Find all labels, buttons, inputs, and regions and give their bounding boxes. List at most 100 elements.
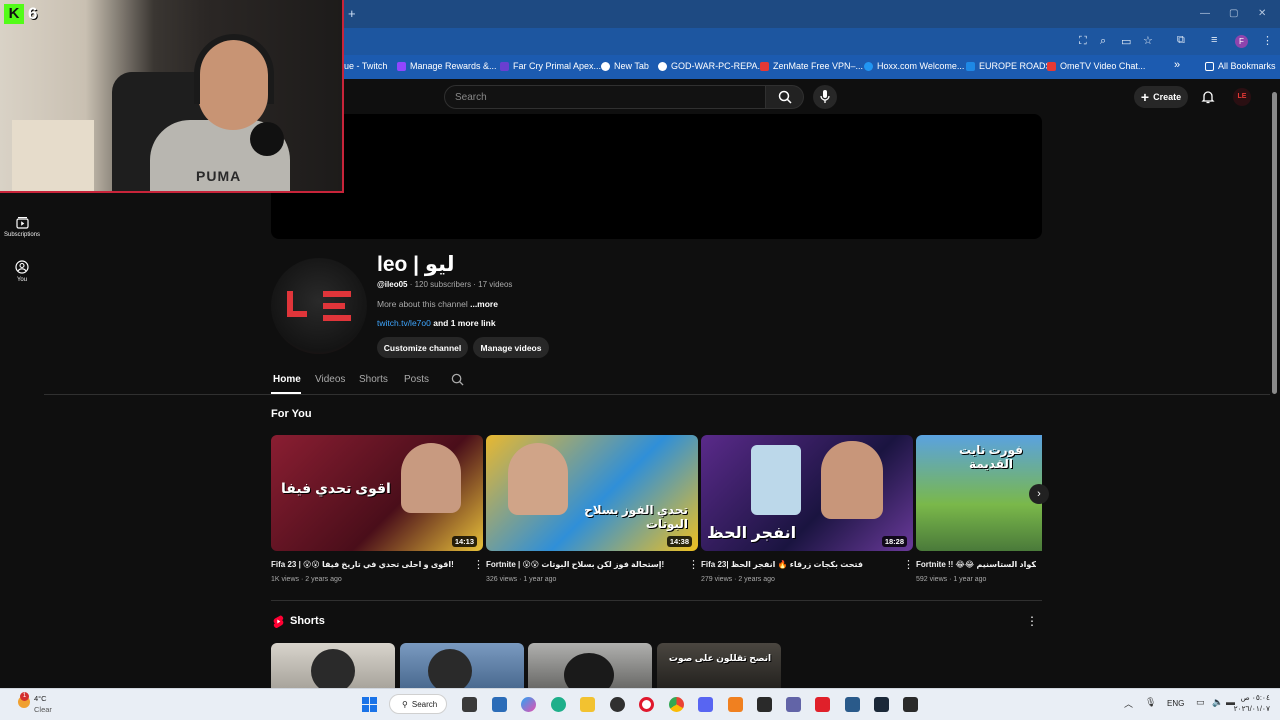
bookmark-star-icon[interactable]: ☆	[1143, 34, 1153, 47]
search-button[interactable]	[766, 85, 804, 109]
zoom-icon[interactable]: ⌕	[1100, 35, 1106, 48]
create-button[interactable]: + Create	[1134, 86, 1188, 108]
media-icon[interactable]: ≡	[1211, 34, 1217, 46]
subscriptions-icon	[15, 217, 29, 229]
mic-icon	[820, 90, 830, 103]
bookmark-item[interactable]: ue - Twitch	[344, 61, 387, 71]
more-link[interactable]: ...more	[470, 299, 498, 309]
video-menu-icon[interactable]: ⋮	[903, 558, 914, 571]
file-explorer-icon[interactable]	[580, 697, 595, 712]
bookmark-item[interactable]: Hoxx.com Welcome...	[864, 61, 964, 71]
start-button[interactable]	[362, 697, 377, 712]
volume-icon[interactable]: 🔈	[1212, 697, 1223, 708]
channel-avatar[interactable]	[271, 258, 367, 354]
sidebar-item-subscriptions[interactable]: Subscriptions	[0, 216, 44, 238]
headphones	[194, 34, 274, 104]
video-thumbnail[interactable]: انفجر الحظ 18:28	[701, 435, 913, 551]
carousel-next-button[interactable]: ›	[1029, 484, 1049, 504]
short-thumbnail[interactable]	[400, 643, 524, 688]
video-thumbnail[interactable]: فورت نايت القديمة	[916, 435, 1042, 551]
video-thumbnail[interactable]: اقوى تحدي فيفا 14:13	[271, 435, 483, 551]
bookmark-item[interactable]: EUROPE ROADS	[966, 61, 1052, 71]
video-thumbnail[interactable]: تحدي الفوز بسلاح البوتات 14:38	[486, 435, 698, 551]
taskbar-search[interactable]: ⚲ Search	[389, 694, 447, 714]
short-caption: انصح تقللون على صوت	[668, 653, 772, 663]
clock[interactable]: ٠٥:٠٤ ص ٢٠٢٦/٠١/٠٧	[1232, 692, 1270, 714]
globe-icon	[658, 61, 667, 71]
customize-channel-button[interactable]: Customize channel	[377, 337, 468, 358]
tab-videos[interactable]: Videos	[315, 374, 345, 385]
epic-games-icon[interactable]	[903, 697, 918, 712]
discord-app-icon[interactable]	[698, 697, 713, 712]
app-icon[interactable]	[728, 697, 743, 712]
channel-about[interactable]: More about this channel ...more	[377, 299, 498, 309]
bookmark-item[interactable]: New Tab	[601, 61, 649, 71]
video-title[interactable]: Fortnite !! 😂😂 إسكواد الستاسنيم	[916, 560, 1036, 569]
new-tab-button[interactable]: +	[348, 6, 356, 21]
twitch-link[interactable]: twitch.tv/le7o0	[377, 318, 431, 328]
video-duration: 14:38	[666, 536, 692, 547]
close-icon[interactable]: ✕	[1258, 8, 1266, 19]
cast-icon[interactable]: ▭	[1121, 35, 1131, 48]
video-title[interactable]: Fifa 23| فتحت بكجات زرقاء 🔥 انفجر الحظ	[701, 560, 891, 569]
app-icon[interactable]	[815, 697, 830, 712]
teams-app-icon[interactable]	[786, 697, 801, 712]
store-app-icon[interactable]	[492, 697, 507, 712]
bookmark-item[interactable]: OmeTV Video Chat...	[1047, 61, 1145, 71]
search-input[interactable]: Search	[444, 85, 766, 109]
network-icon[interactable]: ▭	[1196, 697, 1205, 708]
sidebar-item-you[interactable]: You	[0, 260, 44, 283]
video-meta: 326 views · 1 year ago	[486, 576, 557, 583]
video-title[interactable]: Fortnite | 😮😮 إستحالة فوز لكن بسلاح البو…	[486, 560, 676, 569]
notifications-bell-icon[interactable]	[1201, 90, 1215, 104]
bookmark-item[interactable]: Manage Rewards &...	[397, 61, 497, 71]
zenmate-icon	[760, 61, 769, 71]
page-scrollbar[interactable]	[1272, 92, 1277, 394]
more-bookmarks-button[interactable]: »	[1174, 59, 1180, 71]
more-links[interactable]: and 1 more link	[431, 318, 495, 328]
minimize-icon[interactable]: —	[1200, 8, 1210, 19]
account-avatar[interactable]: LE	[1233, 88, 1251, 106]
kick-badge: K 6	[4, 4, 48, 24]
input-language[interactable]: ENG	[1167, 699, 1184, 708]
channel-meta: @ileo05 · 120 subscribers · 17 videos	[377, 280, 512, 289]
tab-home[interactable]: Home	[273, 374, 301, 385]
steam-app-icon[interactable]	[874, 697, 889, 712]
translate-icon[interactable]: ⛶	[1079, 35, 1087, 48]
task-view-icon[interactable]	[462, 697, 477, 712]
tray-mic-icon[interactable]: 🎙	[1145, 697, 1156, 708]
epic-games-icon[interactable]	[757, 697, 772, 712]
bookmark-item[interactable]: GOD-WAR-PC-REPA...	[658, 61, 765, 71]
tray-chevron-icon[interactable]: ︿	[1124, 697, 1133, 710]
thumbnail-text: اقوى تحدي فيفا	[281, 480, 391, 496]
menu-icon[interactable]: ⋮	[1262, 34, 1273, 47]
weather-alert-badge: 1	[20, 692, 29, 701]
video-menu-icon[interactable]: ⋮	[688, 558, 699, 571]
creator-face	[428, 649, 472, 688]
app-icon[interactable]	[845, 697, 860, 712]
video-menu-icon[interactable]: ⋮	[473, 558, 484, 571]
chrome-app-icon[interactable]	[669, 697, 684, 712]
profile-avatar[interactable]: F	[1235, 35, 1248, 48]
short-thumbnail[interactable]: انصح تقللون على صوت	[657, 643, 781, 688]
voice-search-button[interactable]	[813, 85, 837, 109]
short-thumbnail[interactable]	[528, 643, 652, 688]
short-thumbnail[interactable]	[271, 643, 395, 688]
edge-app-icon[interactable]	[551, 697, 566, 712]
channel-search-icon[interactable]	[451, 373, 464, 386]
copilot-app-icon[interactable]	[521, 697, 536, 712]
tab-shorts[interactable]: Shorts	[359, 374, 388, 385]
manage-videos-button[interactable]: Manage videos	[473, 337, 549, 358]
extensions-icon[interactable]: ⧉	[1177, 34, 1185, 47]
all-bookmarks-button[interactable]: All Bookmarks	[1205, 61, 1276, 71]
maximize-icon[interactable]: ▢	[1229, 8, 1238, 19]
shorts-menu-icon[interactable]: ⋮	[1026, 614, 1038, 628]
bookmark-item[interactable]: Far Cry Primal Apex...	[500, 61, 601, 71]
weather-widget[interactable]: 1 4°C Clear	[14, 692, 74, 716]
shorts-icon	[273, 615, 284, 628]
opera-app-icon[interactable]	[639, 697, 654, 712]
obs-app-icon[interactable]	[610, 697, 625, 712]
tab-posts[interactable]: Posts	[404, 374, 429, 385]
video-title[interactable]: Fifa 23 | 😮😮 اقوى و احلى تحدي في تاريخ ف…	[271, 560, 461, 569]
bookmark-item[interactable]: ZenMate Free VPN–...	[760, 61, 863, 71]
